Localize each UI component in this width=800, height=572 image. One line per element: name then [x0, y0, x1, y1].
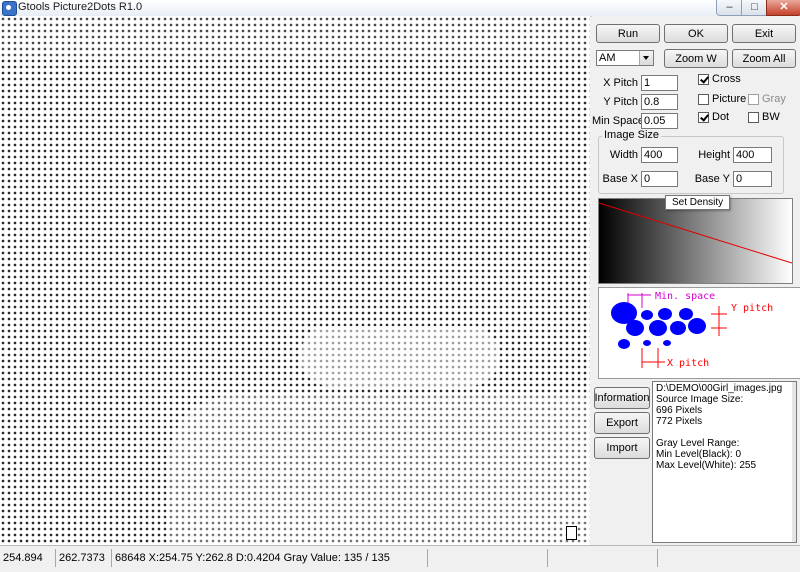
- info-line: D:\DEMO\00Girl_images.jpg: [656, 383, 783, 394]
- title-bar: Gtools Picture2Dots R1.0 – □ ✕: [0, 0, 800, 17]
- dot-label: Dot: [712, 111, 730, 123]
- chevron-down-icon[interactable]: [639, 51, 653, 65]
- height-input[interactable]: [733, 147, 772, 163]
- info-scrollbar[interactable]: [792, 382, 796, 542]
- run-button[interactable]: Run: [596, 24, 660, 43]
- cross-label: Cross: [712, 73, 741, 85]
- dot: [663, 340, 671, 346]
- dot-picture-canvas[interactable]: [0, 16, 590, 545]
- cursor-marker: [566, 526, 577, 540]
- dot: [643, 340, 651, 346]
- highlight-region: [170, 396, 590, 545]
- base-x-label: Base X: [602, 173, 638, 185]
- y-pitch-text: Y pitch: [731, 303, 773, 314]
- info-line: Gray Level Range:: [656, 438, 740, 449]
- mode-select[interactable]: AM: [596, 50, 654, 66]
- min-space-label: Min Space: [592, 115, 644, 127]
- close-button[interactable]: ✕: [766, 0, 800, 16]
- picture-checkbox[interactable]: [698, 94, 709, 105]
- info-line: [656, 427, 793, 438]
- pitch-diagram: Min. space Y pitch X pitch: [598, 287, 800, 379]
- highlight-region: [0, 16, 590, 56]
- maximize-button[interactable]: □: [741, 0, 768, 16]
- info-line: Source Image Size:: [656, 394, 744, 405]
- status-empty: [548, 549, 658, 567]
- gray-label: Gray: [762, 93, 786, 105]
- picture-label: Picture: [712, 93, 747, 105]
- bw-label: BW: [762, 111, 780, 123]
- info-line: 696 Pixels: [656, 405, 703, 416]
- min-space-input[interactable]: [641, 113, 678, 129]
- dot: [626, 320, 644, 336]
- density-gradient[interactable]: [598, 198, 793, 284]
- density-curve: [599, 202, 792, 264]
- information-button[interactable]: Information: [594, 387, 650, 409]
- app-icon: [2, 1, 17, 16]
- zoom-all-button[interactable]: Zoom All: [732, 49, 796, 68]
- status-x: 254.894: [0, 549, 56, 567]
- width-label: Width: [609, 149, 638, 161]
- y-pitch-input[interactable]: [641, 94, 678, 110]
- dot: [688, 318, 706, 334]
- ok-button[interactable]: OK: [664, 24, 728, 43]
- highlight-region: [300, 326, 500, 386]
- min-space-text: Min. space: [655, 291, 715, 302]
- bw-checkbox[interactable]: [748, 112, 759, 123]
- info-line: 772 Pixels: [656, 416, 703, 427]
- image-info-text[interactable]: D:\DEMO\00Girl_images.jpg Source Image S…: [652, 381, 797, 543]
- exit-button[interactable]: Exit: [732, 24, 796, 43]
- pitch-diagram-svg: Min. space Y pitch X pitch: [611, 291, 773, 369]
- dot: [649, 320, 667, 336]
- x-pitch-input[interactable]: [641, 75, 678, 91]
- gray-checkbox[interactable]: [748, 94, 759, 105]
- status-empty: [428, 549, 548, 567]
- density-line: [599, 202, 792, 264]
- import-button[interactable]: Import: [594, 437, 650, 459]
- info-line: Max Level(White): 255: [656, 460, 757, 471]
- height-label: Height: [698, 149, 730, 161]
- status-empty: [658, 549, 800, 567]
- dot-checkbox[interactable]: [698, 112, 709, 123]
- cross-checkbox[interactable]: [698, 74, 709, 85]
- export-button[interactable]: Export: [594, 412, 650, 434]
- base-y-label: Base Y: [694, 173, 730, 185]
- dot: [658, 308, 672, 320]
- status-y: 262.7373: [56, 549, 112, 567]
- set-density-tooltip: Set Density: [665, 195, 731, 210]
- dot: [670, 321, 686, 335]
- x-pitch-label: X Pitch: [603, 77, 638, 89]
- base-x-input[interactable]: [641, 171, 678, 187]
- mode-select-value: AM: [599, 52, 616, 64]
- dot: [641, 310, 653, 320]
- minimize-button[interactable]: –: [716, 0, 743, 16]
- window-title: Gtools Picture2Dots R1.0: [18, 1, 143, 13]
- base-y-input[interactable]: [733, 171, 772, 187]
- status-detail: 68648 X:254.75 Y:262.8 D:0.4204 Gray Val…: [112, 549, 428, 567]
- zoom-w-button[interactable]: Zoom W: [664, 49, 728, 68]
- info-line: Min Level(Black): 0: [656, 449, 742, 460]
- width-input[interactable]: [641, 147, 678, 163]
- y-pitch-label: Y Pitch: [603, 96, 638, 108]
- x-pitch-text: X pitch: [667, 358, 709, 369]
- image-size-title: Image Size: [602, 129, 662, 141]
- control-panel: Run OK Exit AM Zoom W Zoom All X Pitch Y…: [592, 16, 800, 545]
- dot: [618, 339, 630, 349]
- status-bar: 254.894 262.7373 68648 X:254.75 Y:262.8 …: [0, 545, 800, 572]
- dot: [679, 308, 693, 320]
